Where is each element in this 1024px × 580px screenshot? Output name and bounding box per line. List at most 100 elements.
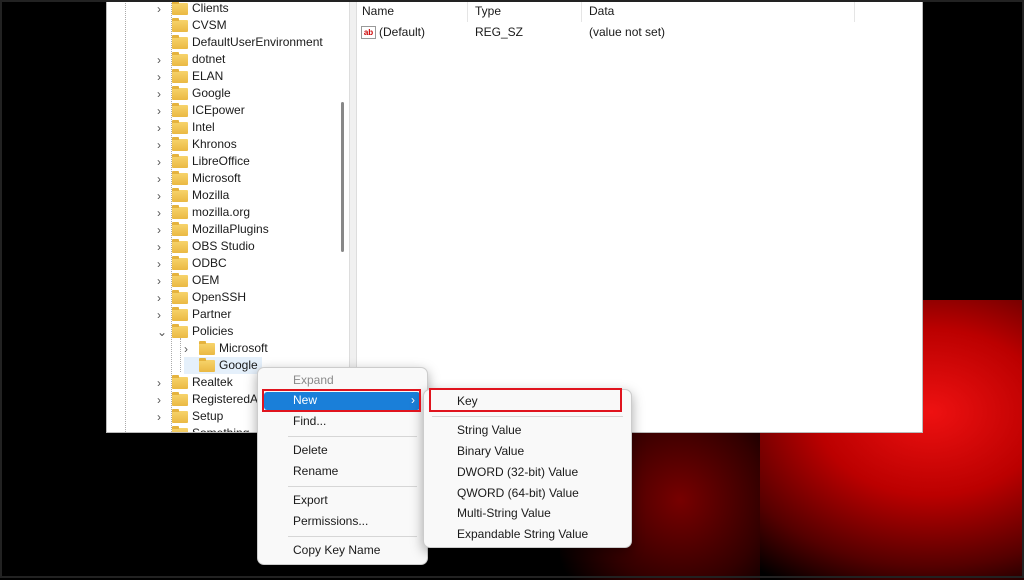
tree-item-label: RegisteredAp [192,392,265,406]
chevron-right-icon[interactable]: › [157,224,167,236]
submenu-item-expandable-string-value[interactable]: Expandable String Value [424,525,631,544]
submenu-item-string-value[interactable]: String Value [424,421,631,440]
tree-item[interactable]: › Google [157,85,231,102]
column-header-name[interactable]: Name [355,0,468,22]
tree-item-label: dotnet [192,52,226,66]
new-submenu: Key String Value Binary Value DWORD (32-… [423,389,632,548]
tree-item[interactable]: › Microsoft [184,340,268,357]
tree-item-label: Khronos [192,137,237,151]
menu-item-rename[interactable]: Rename [258,462,427,481]
tree-scrollbar-thumb[interactable] [341,102,344,252]
tree-item[interactable]: › RegisteredAp [157,391,265,408]
menu-separator [432,416,623,417]
chevron-right-icon[interactable]: › [157,173,167,185]
chevron-right-icon[interactable]: › [157,275,167,287]
value-row-name[interactable]: ab (Default) [361,24,425,41]
submenu-item-qword-value[interactable]: QWORD (64-bit) Value [424,484,631,503]
menu-item-delete[interactable]: Delete [258,441,427,460]
tree-item[interactable]: › LibreOffice [157,153,250,170]
tree-item[interactable]: › Mozilla [157,187,229,204]
tree-guide-line [180,338,181,372]
tree-item[interactable]: › Khronos [157,136,237,153]
tree-item[interactable]: › OEM [157,272,219,289]
chevron-right-icon[interactable]: › [157,105,167,117]
chevron-right-icon[interactable]: › [157,71,167,83]
tree-item[interactable]: › Clients [157,0,229,17]
folder-icon [172,17,188,32]
tree-item-label: Intel [192,120,215,134]
tree-item[interactable]: › MozillaPlugins [157,221,269,238]
chevron-right-icon[interactable]: › [157,190,167,202]
tree-item[interactable]: › Setup [157,408,223,425]
tree-item-label: ICEpower [192,103,245,117]
tree-item-label: Microsoft [192,171,241,185]
tree-item-label: Google [219,358,258,372]
chevron-right-icon[interactable]: › [157,54,167,66]
tree-item[interactable]: Google [184,357,262,374]
menu-item-export[interactable]: Export [258,491,427,510]
folder-icon [172,153,188,168]
chevron-right-icon[interactable]: › [157,292,167,304]
submenu-item-multi-string-value[interactable]: Multi-String Value [424,504,631,523]
folder-icon [172,85,188,100]
tree-item[interactable]: DefaultUserEnvironment [157,34,323,51]
tree-item[interactable]: › OBS Studio [157,238,255,255]
tree-item-label: Google [192,86,231,100]
tree-item[interactable]: › Microsoft [157,170,241,187]
tree-item[interactable]: › ICEpower [157,102,245,119]
folder-icon [172,221,188,236]
chevron-right-icon[interactable]: › [157,207,167,219]
chevron-right-icon[interactable]: › [157,139,167,151]
tree-item[interactable]: › ODBC [157,255,227,272]
tree-item-label: OEM [192,273,220,287]
chevron-right-icon[interactable]: › [157,3,167,15]
folder-icon [199,357,215,372]
submenu-item-binary-value[interactable]: Binary Value [424,442,631,461]
tree-item-label: LibreOffice [192,154,250,168]
value-row-data: (value not set) [589,25,666,39]
value-name: (Default) [379,25,426,39]
menu-item-find[interactable]: Find... [258,412,427,431]
folder-icon [172,51,188,66]
chevron-right-icon[interactable]: › [157,309,167,321]
folder-icon [172,204,188,219]
chevron-right-icon[interactable]: › [184,343,194,355]
tree-item-label: CVSM [192,18,227,32]
folder-icon [172,408,188,423]
chevron-right-icon[interactable]: › [157,394,167,406]
values-list-pane[interactable]: Name Type Data ab (Default) REG_SZ (value… [355,0,922,432]
tree-item[interactable]: › Intel [157,119,215,136]
menu-item-copy-key-name[interactable]: Copy Key Name [258,541,427,560]
folder-icon [199,340,215,355]
tree-item[interactable]: › Partner [157,306,231,323]
menu-item-permissions[interactable]: Permissions... [258,512,427,531]
registry-editor-window: › Clients CVSM DefaultUserEnvironment › dotne… [106,0,923,433]
column-header-type[interactable]: Type [468,0,582,22]
tree-item[interactable]: › ELAN [157,68,223,85]
chevron-right-icon[interactable]: › [157,258,167,270]
annotation-box-key [429,388,622,412]
chevron-right-icon[interactable]: › [157,156,167,168]
tree-item[interactable]: › Something [157,425,249,432]
chevron-right-icon[interactable]: › [157,428,167,432]
submenu-item-dword-value[interactable]: DWORD (32-bit) Value [424,463,631,482]
tree-item[interactable]: › OpenSSH [157,289,246,306]
tree-item[interactable]: › dotnet [157,51,225,68]
folder-icon [172,391,188,406]
chevron-down-icon[interactable]: ⌄ [157,326,167,338]
chevron-right-icon[interactable]: › [157,88,167,100]
tree-item[interactable]: ⌄ Policies [157,323,233,340]
folder-icon [172,187,188,202]
tree-item[interactable]: › Realtek [157,374,233,391]
chevron-right-icon[interactable]: › [157,241,167,253]
no-expander [157,21,167,31]
chevron-right-icon[interactable]: › [157,411,167,423]
folder-icon [172,425,188,432]
chevron-right-icon[interactable]: › [157,377,167,389]
menu-item-expand: Expand [293,373,334,387]
tree-item[interactable]: › mozilla.org [157,204,250,221]
tree-item-label: Mozilla [192,188,230,202]
column-header-data[interactable]: Data [582,0,855,22]
chevron-right-icon[interactable]: › [157,122,167,134]
tree-item[interactable]: CVSM [157,17,227,34]
